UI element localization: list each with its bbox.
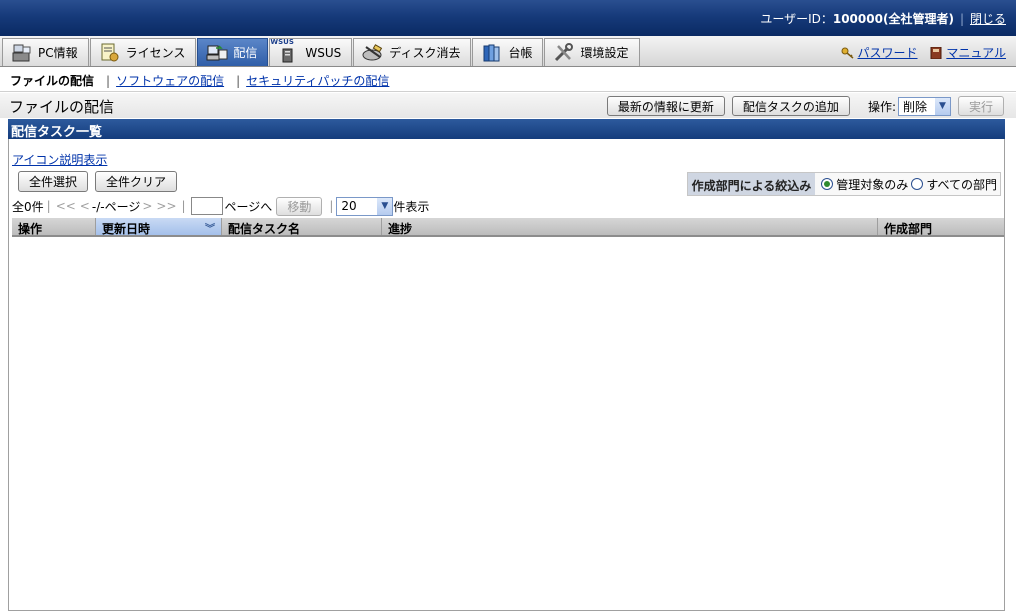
- column-updated-at[interactable]: 更新日時 ︾: [96, 218, 222, 236]
- page-header: ファイルの配信 最新の情報に更新 配信タスクの追加 操作: 削除 ▼ 実行: [0, 93, 1016, 118]
- pager-first[interactable]: <<: [56, 199, 76, 213]
- password-link-wrap: パスワード: [841, 44, 918, 61]
- column-updated-at-label: 更新日時: [102, 222, 151, 236]
- page-number-input[interactable]: [190, 197, 223, 215]
- user-info: ユーザーID：100000(全社管理者) | 閉じる: [760, 10, 1006, 27]
- tab-disk-erase[interactable]: ディスク消去: [353, 38, 472, 66]
- manual-link[interactable]: マニュアル: [946, 44, 1006, 61]
- chevron-down-icon: ▼: [377, 197, 393, 215]
- pager-separator: |: [329, 199, 334, 213]
- top-right-links: パスワード マニュアル: [833, 44, 1006, 62]
- execute-button[interactable]: 実行: [957, 96, 1004, 116]
- operation-select[interactable]: 削除 ▼: [897, 96, 951, 116]
- tab-wsus[interactable]: WSUS WSUS: [269, 38, 353, 66]
- task-list-panel: アイコン説明表示 全件選択 全件クリア 作成部門による絞込み 管理対象のみ すべ…: [8, 139, 1005, 611]
- add-task-button[interactable]: 配信タスクの追加: [731, 96, 850, 116]
- tab-license[interactable]: ライセンス: [89, 38, 197, 66]
- tab-wsus-label: WSUS: [305, 45, 342, 60]
- tab-license-label: ライセンス: [125, 46, 186, 60]
- select-all-button[interactable]: 全件選択: [18, 171, 89, 192]
- radio-selected-icon: [821, 178, 834, 190]
- pc-info-icon: [12, 44, 31, 61]
- refresh-button[interactable]: 最新の情報に更新: [606, 96, 725, 116]
- column-operation[interactable]: 操作: [12, 218, 96, 236]
- pager-total: 全0件: [12, 199, 44, 214]
- filter-options: 管理対象のみ すべての部門: [815, 173, 1000, 195]
- subnav-current: ファイルの配信: [10, 74, 95, 88]
- page-actions: 最新の情報に更新 配信タスクの追加 操作: 削除 ▼ 実行: [600, 96, 1004, 116]
- pager-last[interactable]: >>: [156, 199, 176, 213]
- tab-distribution-label: 配信: [233, 46, 258, 60]
- filter-radio-managed-label: 管理対象のみ: [836, 177, 909, 192]
- chevron-down-icon: ▼: [934, 97, 950, 115]
- pager-goto-suffix: ページへ: [224, 199, 273, 214]
- column-task-name[interactable]: 配信タスク名: [222, 218, 382, 236]
- key-icon: [841, 47, 853, 59]
- pager-separator: |: [46, 199, 51, 213]
- subnav-separator: |: [106, 74, 111, 88]
- per-page-suffix: 件表示: [393, 199, 430, 214]
- settings-icon: [555, 42, 574, 61]
- tab-distribution[interactable]: 配信: [197, 38, 269, 66]
- radio-empty-icon: [911, 178, 924, 190]
- manual-book-icon: [930, 46, 942, 59]
- disk-erase-icon: [362, 43, 383, 60]
- per-page-select[interactable]: 20 ▼: [336, 196, 394, 216]
- task-table-header: 操作 更新日時 ︾ 配信タスク名 進捗 作成部門: [12, 218, 1004, 237]
- filter-radio-all[interactable]: すべての部門: [911, 176, 997, 193]
- pager-separator: |: [181, 199, 186, 213]
- clear-all-button[interactable]: 全件クリア: [95, 171, 178, 192]
- sub-navigation: ファイルの配信 | ソフトウェアの配信 | セキュリティパッチの配信: [0, 68, 1016, 92]
- subnav-separator: |: [236, 74, 241, 88]
- per-page-value: 20: [341, 199, 357, 213]
- password-link[interactable]: パスワード: [858, 44, 918, 61]
- tab-pc-info[interactable]: PC情報: [2, 38, 89, 66]
- main-tab-bar: PC情報 ライセンス 配信 WSUS WSUS ディスク消去 台帳 環境設定 パ…: [0, 36, 1016, 67]
- pager-page-text: -/-ページ: [91, 199, 141, 214]
- app-header: ユーザーID：100000(全社管理者) | 閉じる: [0, 0, 1016, 36]
- close-link[interactable]: 閉じる: [970, 12, 1006, 26]
- tab-settings[interactable]: 環境設定: [544, 38, 640, 66]
- subnav-software-link[interactable]: ソフトウェアの配信: [116, 74, 224, 88]
- operation-label: 操作:: [867, 99, 896, 114]
- distribution-icon: [206, 44, 228, 60]
- tab-ledger[interactable]: 台帳: [472, 38, 544, 66]
- pager: 全0件 | << < -/-ページ > >> | ページへ 移動 | 20 ▼ …: [12, 196, 429, 216]
- user-id-value: 100000(全社管理者): [832, 12, 954, 26]
- license-icon: [101, 43, 119, 61]
- column-progress[interactable]: 進捗: [382, 218, 878, 236]
- filter-label: 作成部門による絞込み: [687, 173, 816, 195]
- subnav-security-link[interactable]: セキュリティパッチの配信: [246, 74, 389, 88]
- manual-link-wrap: マニュアル: [929, 44, 1006, 61]
- move-button[interactable]: 移動: [276, 196, 323, 216]
- page-title: ファイルの配信: [9, 98, 115, 116]
- tab-disk-erase-label: ディスク消去: [389, 46, 461, 60]
- tab-ledger-label: 台帳: [508, 46, 533, 60]
- department-filter: 作成部門による絞込み 管理対象のみ すべての部門: [686, 172, 1001, 196]
- sort-descending-icon: ︾: [205, 224, 215, 235]
- pager-next[interactable]: >: [142, 199, 152, 213]
- section-title: 配信タスク一覧: [8, 119, 1005, 140]
- tab-settings-label: 環境設定: [580, 46, 629, 60]
- operation-select-value: 削除: [902, 99, 927, 114]
- wsus-mini-label: WSUS: [270, 38, 294, 46]
- filter-radio-all-label: すべての部門: [926, 177, 997, 192]
- main-tabs: PC情報 ライセンス 配信 WSUS WSUS ディスク消去 台帳 環境設定: [2, 38, 641, 66]
- selection-buttons: 全件選択 全件クリア: [18, 171, 184, 192]
- pager-prev[interactable]: <: [80, 199, 90, 213]
- tab-pc-info-label: PC情報: [38, 46, 78, 60]
- user-id-label: ユーザーID：: [760, 12, 833, 26]
- column-department[interactable]: 作成部門: [878, 218, 1004, 236]
- filter-radio-managed[interactable]: 管理対象のみ: [821, 176, 908, 193]
- ledger-icon: [483, 44, 500, 61]
- header-separator: |: [959, 12, 964, 26]
- icon-legend-link[interactable]: アイコン説明表示: [12, 151, 107, 168]
